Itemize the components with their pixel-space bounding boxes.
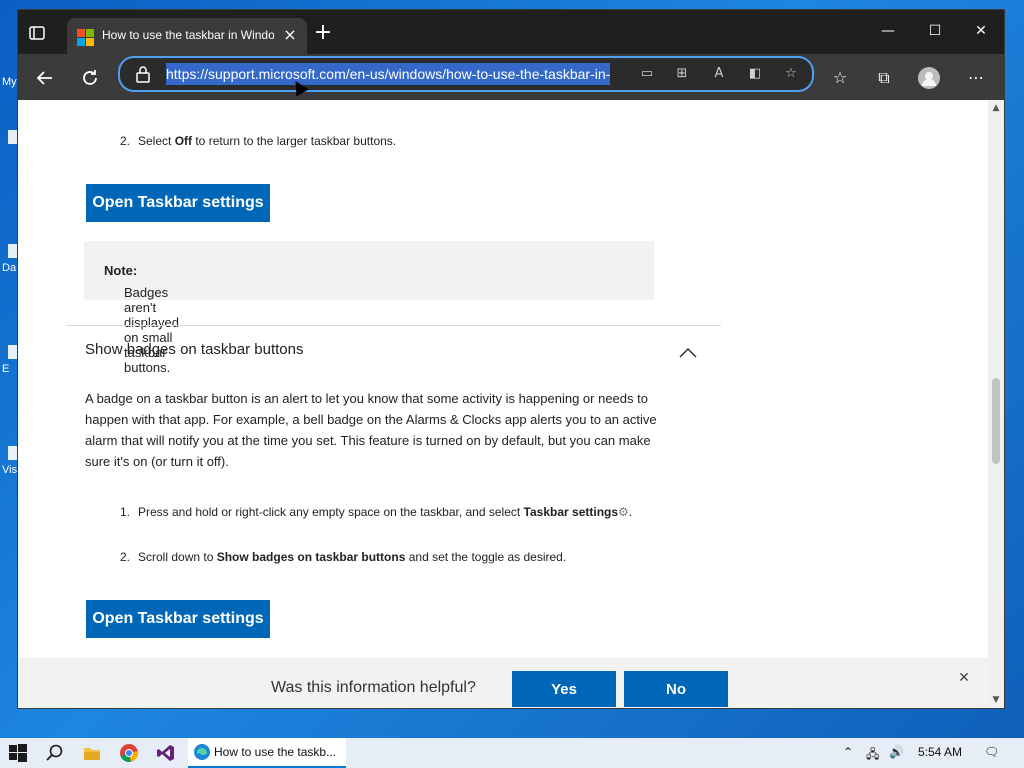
tab-bar: How to use the taskbar in Windows × + — … (18, 10, 1004, 54)
note-label: Note: (104, 263, 138, 278)
scroll-down-icon[interactable]: ▼ (991, 695, 1001, 705)
scroll-thumb[interactable] (992, 378, 1000, 464)
list-number: 1. (120, 505, 131, 519)
chevron-up-icon[interactable] (676, 344, 700, 360)
list-item: 1. Press and hold or right-click any empt… (120, 505, 632, 519)
chrome-icon[interactable] (119, 743, 139, 763)
desktop-icon-image (8, 130, 18, 144)
desktop-icon-my[interactable]: My (0, 58, 18, 98)
start-icon[interactable] (8, 743, 28, 763)
desktop-icon-2[interactable] (0, 130, 18, 170)
edge-icon (193, 743, 213, 763)
step-text: Scroll down to (138, 550, 217, 564)
section-heading[interactable]: Show badges on taskbar buttons (85, 341, 303, 358)
step-text: and set the toggle as desired. (405, 550, 567, 564)
desktop-icon-image (8, 345, 18, 359)
feedback-bar: Was this information helpful? Yes No ✕ (18, 658, 988, 708)
tab-title: How to use the taskbar in Windows (102, 28, 274, 42)
feedback-question: Was this information helpful? (271, 679, 476, 696)
step-bold-text: Taskbar settings (523, 505, 619, 519)
desktop-icon-e[interactable]: E (0, 345, 18, 385)
minimize-button[interactable]: — (875, 20, 901, 42)
refresh-icon[interactable] (79, 67, 101, 89)
chevron-up-icon[interactable]: ⌃ (843, 745, 853, 759)
desktop-icon-label: Da (2, 262, 17, 274)
step-bold-text: Off (174, 134, 193, 148)
taskbar: How to use the taskb... ⌃ 🖧 🔊 5:54 AM 🗨 (0, 738, 1024, 768)
lock-icon[interactable] (136, 65, 150, 83)
list-number: 2. (120, 550, 131, 564)
feedback-yes-button[interactable]: Yes (512, 671, 616, 707)
open-taskbar-settings-button[interactable]: Open Taskbar settings (86, 600, 270, 638)
notification-icon[interactable]: 🗨 (984, 745, 999, 759)
desktop-icon-label: Vis (2, 464, 18, 476)
step-bold-text: Show badges on taskbar buttons (216, 550, 406, 564)
file-explorer-icon[interactable] (82, 743, 102, 763)
page-content: 2. Select Off to return to the larger tas… (18, 100, 988, 708)
step-text: Press and hold or right-click any empty … (138, 505, 524, 519)
immersive-reader-icon[interactable]: ◧ (746, 65, 764, 83)
clock-time[interactable]: 5:54 AM (918, 745, 962, 759)
desktop-icon-label: E (2, 363, 10, 375)
taskbar-task-label: How to use the taskb... (214, 745, 337, 759)
list-number: 2. (120, 134, 131, 148)
navigation-bar: https://support.microsoft.com/en-us/wind… (18, 54, 1004, 100)
desktop-icon-label: My (2, 76, 17, 88)
desktop-icon-da[interactable]: Da (0, 244, 18, 284)
favorites-icon[interactable]: ☆ (829, 67, 851, 89)
note-body: Badges aren't displayed on small taskbar… (124, 285, 179, 375)
feedback-close-icon[interactable]: ✕ (956, 670, 972, 686)
microsoft-logo-icon (77, 29, 94, 46)
open-taskbar-settings-button[interactable]: Open Taskbar settings (86, 184, 270, 222)
list-item: 2. Select Off to return to the larger tas… (120, 134, 396, 148)
close-window-button[interactable]: ✕ (968, 20, 994, 42)
step-text: . (628, 505, 633, 519)
taskbar-edge-task[interactable]: How to use the taskb... (188, 738, 346, 768)
read-aloud-icon[interactable]: A (710, 65, 728, 83)
scroll-up-icon[interactable]: ▲ (991, 103, 1001, 113)
note-box: Note: Badges aren't displayed on small t… (84, 241, 654, 375)
gear-icon: ⚙ (618, 505, 629, 519)
collections-icon[interactable]: ⧉ (873, 67, 895, 89)
section-divider (66, 325, 721, 326)
feedback-no-button[interactable]: No (624, 671, 728, 707)
browser-window: How to use the taskbar in Windows × + — … (18, 10, 1004, 708)
visual-studio-icon[interactable] (156, 743, 176, 763)
step-text: to return to the larger taskbar buttons. (192, 134, 397, 148)
desktop-icon-vis[interactable]: Vis (0, 446, 18, 486)
profile-icon[interactable] (918, 67, 940, 89)
more-icon[interactable]: ⋯ (965, 67, 987, 89)
address-bar[interactable]: https://support.microsoft.com/en-us/wind… (118, 56, 814, 92)
back-icon[interactable] (34, 67, 56, 89)
note-text: Note: Badges aren't displayed on small t… (104, 263, 179, 375)
step-text: Select (138, 134, 175, 148)
volume-icon[interactable]: 🔊 (889, 745, 904, 759)
maximize-button[interactable]: ☐ (922, 20, 948, 42)
apps-icon[interactable]: ⊞ (673, 65, 691, 83)
tab-close-icon[interactable]: × (281, 26, 299, 44)
favorite-add-icon[interactable]: ☆ (782, 65, 800, 83)
tab-actions-icon[interactable] (28, 24, 46, 42)
url-text[interactable]: https://support.microsoft.com/en-us/wind… (166, 63, 611, 85)
desktop-icon-image (8, 244, 18, 258)
section-paragraph: A badge on a taskbar button is an alert … (85, 391, 657, 469)
network-icon[interactable]: 🖧 (866, 745, 879, 766)
browser-tab[interactable]: How to use the taskbar in Windows × (67, 18, 307, 54)
desktop-icon-image (8, 446, 18, 460)
new-tab-button[interactable]: + (312, 22, 334, 44)
reader-icon[interactable]: ▭ (638, 65, 656, 83)
list-item: 2. Scroll down to Show badges on taskbar … (120, 550, 566, 564)
search-icon[interactable] (45, 743, 65, 763)
scrollbar[interactable]: ▲ ▼ (988, 100, 1004, 708)
